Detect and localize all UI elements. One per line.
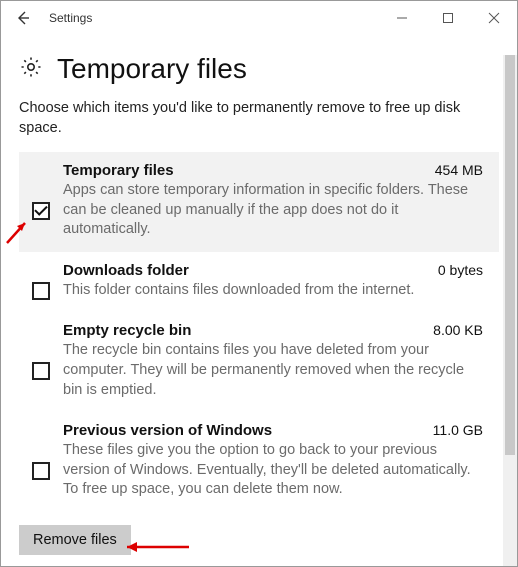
item-size: 8.00 KB xyxy=(425,322,483,338)
titlebar: Settings xyxy=(1,1,517,35)
item-body: Downloads folder0 bytesThis folder conta… xyxy=(59,262,489,301)
item-body: Empty recycle bin8.00 KBThe recycle bin … xyxy=(59,322,489,400)
gear-icon xyxy=(19,55,43,84)
checkbox[interactable] xyxy=(32,362,50,380)
remove-files-button[interactable]: Remove files xyxy=(19,525,131,555)
minimize-button[interactable] xyxy=(379,1,425,35)
list-item[interactable]: Previous version of Windows11.0 GBThese … xyxy=(19,412,499,512)
item-title: Temporary files xyxy=(63,162,427,179)
item-title: Downloads folder xyxy=(63,262,430,279)
page-header: Temporary files xyxy=(19,35,499,99)
scrollbar-thumb[interactable] xyxy=(505,55,515,455)
checkbox-col xyxy=(23,322,59,400)
checkbox[interactable] xyxy=(32,462,50,480)
checkbox-col xyxy=(23,422,59,500)
maximize-button[interactable] xyxy=(425,1,471,35)
list-item[interactable]: Empty recycle bin8.00 KBThe recycle bin … xyxy=(19,312,499,412)
item-desc: The recycle bin contains files you have … xyxy=(63,339,483,400)
item-title: Previous version of Windows xyxy=(63,422,425,439)
window-title: Settings xyxy=(45,11,92,25)
item-body: Previous version of Windows11.0 GBThese … xyxy=(59,422,489,500)
checkbox[interactable] xyxy=(32,202,50,220)
list-item[interactable]: Temporary files454 MBApps can store temp… xyxy=(19,152,499,252)
close-button[interactable] xyxy=(471,1,517,35)
items-list: Temporary files454 MBApps can store temp… xyxy=(19,152,499,512)
back-button[interactable] xyxy=(1,1,45,35)
checkbox-col xyxy=(23,262,59,301)
item-size: 11.0 GB xyxy=(425,422,483,438)
item-title: Empty recycle bin xyxy=(63,322,425,339)
item-desc: Apps can store temporary information in … xyxy=(63,179,483,240)
checkbox-col xyxy=(23,162,59,240)
page-title: Temporary files xyxy=(57,53,247,85)
item-size: 454 MB xyxy=(427,162,483,178)
item-desc: This folder contains files downloaded fr… xyxy=(63,279,483,301)
content-area: Temporary files Choose which items you'd… xyxy=(1,35,517,565)
list-item[interactable]: Downloads folder0 bytesThis folder conta… xyxy=(19,252,499,313)
item-body: Temporary files454 MBApps can store temp… xyxy=(59,162,489,240)
checkbox[interactable] xyxy=(32,282,50,300)
item-desc: These files give you the option to go ba… xyxy=(63,439,483,500)
page-intro: Choose which items you'd like to permane… xyxy=(19,99,499,138)
item-size: 0 bytes xyxy=(430,262,483,278)
